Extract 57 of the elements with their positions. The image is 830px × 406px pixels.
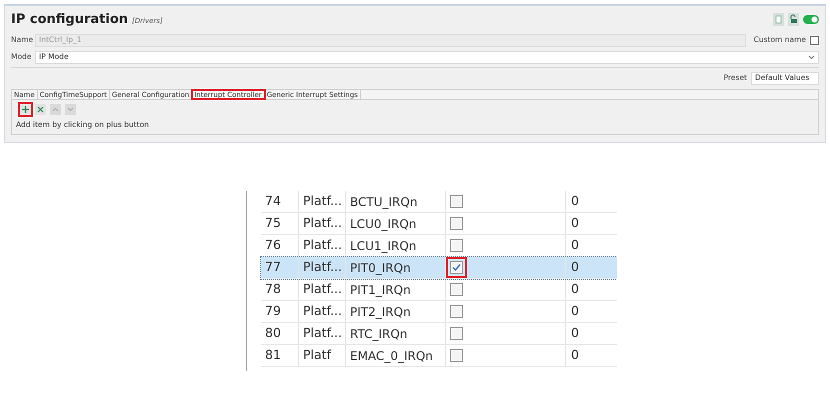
table-cell-text: BCTU_IRQn — [350, 194, 418, 210]
table-row[interactable]: 78 Platf... PIT1_IRQn 0 — [261, 279, 617, 301]
table-cell-text: PIT0_IRQn — [350, 260, 411, 276]
table-cell-text: LCU1_IRQn — [350, 238, 416, 254]
table-cell-text: 74 — [265, 192, 281, 210]
table-cell-text: Platf... — [303, 236, 342, 254]
table-row[interactable]: 79 Platf... PIT2_IRQn 0 — [261, 301, 617, 323]
checkbox[interactable] — [450, 327, 463, 340]
table-cell-text: Platf... — [303, 324, 342, 342]
table-cell-text: 81 — [265, 346, 281, 364]
table-cell: 0 — [571, 193, 579, 208]
table-cell-text: Platf... — [303, 280, 342, 298]
close-button[interactable] — [35, 104, 46, 114]
table-cell-text: 76 — [265, 236, 281, 254]
lock-icon[interactable] — [788, 13, 799, 26]
panel-title: IP configuration — [11, 11, 128, 29]
table-cell-text: PIT1_IRQn — [350, 282, 411, 298]
checkbox[interactable] — [450, 217, 463, 230]
plus-icon — [21, 104, 30, 114]
table-cell-text: Platf... — [303, 192, 342, 210]
table-cell-text: 78 — [265, 280, 281, 298]
table-cell: 0 — [571, 303, 579, 318]
table-cell-text: 79 — [265, 302, 281, 320]
toggle-switch[interactable] — [803, 15, 819, 24]
table-cell: 0 — [571, 215, 579, 230]
checkbox[interactable] — [810, 36, 819, 44]
table-cell-text: 80 — [265, 324, 281, 342]
table-row[interactable]: 75 Platf... LCU0_IRQn 0 — [261, 213, 617, 235]
chevron-down-icon[interactable] — [808, 54, 815, 60]
table-cell: 0 — [571, 347, 579, 362]
table-cell-text: PIT2_IRQn — [350, 304, 411, 320]
checkbox[interactable] — [450, 261, 463, 274]
table-cell-text: 77 — [265, 258, 281, 276]
checkbox[interactable] — [450, 349, 463, 362]
table-cell-text: Platf... — [303, 214, 342, 232]
table-cell: 0 — [571, 259, 579, 274]
table-cell-text: 75 — [265, 214, 281, 232]
checkbox[interactable] — [450, 239, 463, 252]
table-cell-text: LCU0_IRQn — [350, 216, 416, 232]
table-row[interactable]: 74 Platf... BCTU_IRQn 0 — [261, 191, 617, 213]
document-icon[interactable] — [773, 13, 784, 26]
table-cell-text: Platf... — [303, 258, 342, 276]
table-cell-text: Platf... — [303, 302, 342, 320]
plus-button[interactable] — [20, 104, 31, 114]
table-cell: 0 — [571, 281, 579, 296]
close-icon — [36, 104, 45, 114]
checkbox[interactable] — [450, 195, 463, 208]
table-row[interactable]: 77 Platf... PIT0_IRQn 0 — [261, 257, 617, 279]
table-cell: 0 — [571, 325, 579, 340]
table-cell-text: RTC_IRQn — [350, 326, 408, 342]
table-cell-text: Platf — [303, 346, 331, 364]
checkbox[interactable] — [450, 283, 463, 296]
table-row[interactable]: 80 Platf... RTC_IRQn 0 — [261, 323, 617, 345]
table-row[interactable]: 81 Platf EMAC_0_IRQn 0 — [261, 345, 617, 367]
checkbox[interactable] — [450, 305, 463, 318]
table-cell-text: EMAC_0_IRQn — [350, 348, 433, 364]
table-cell: 0 — [571, 237, 579, 252]
